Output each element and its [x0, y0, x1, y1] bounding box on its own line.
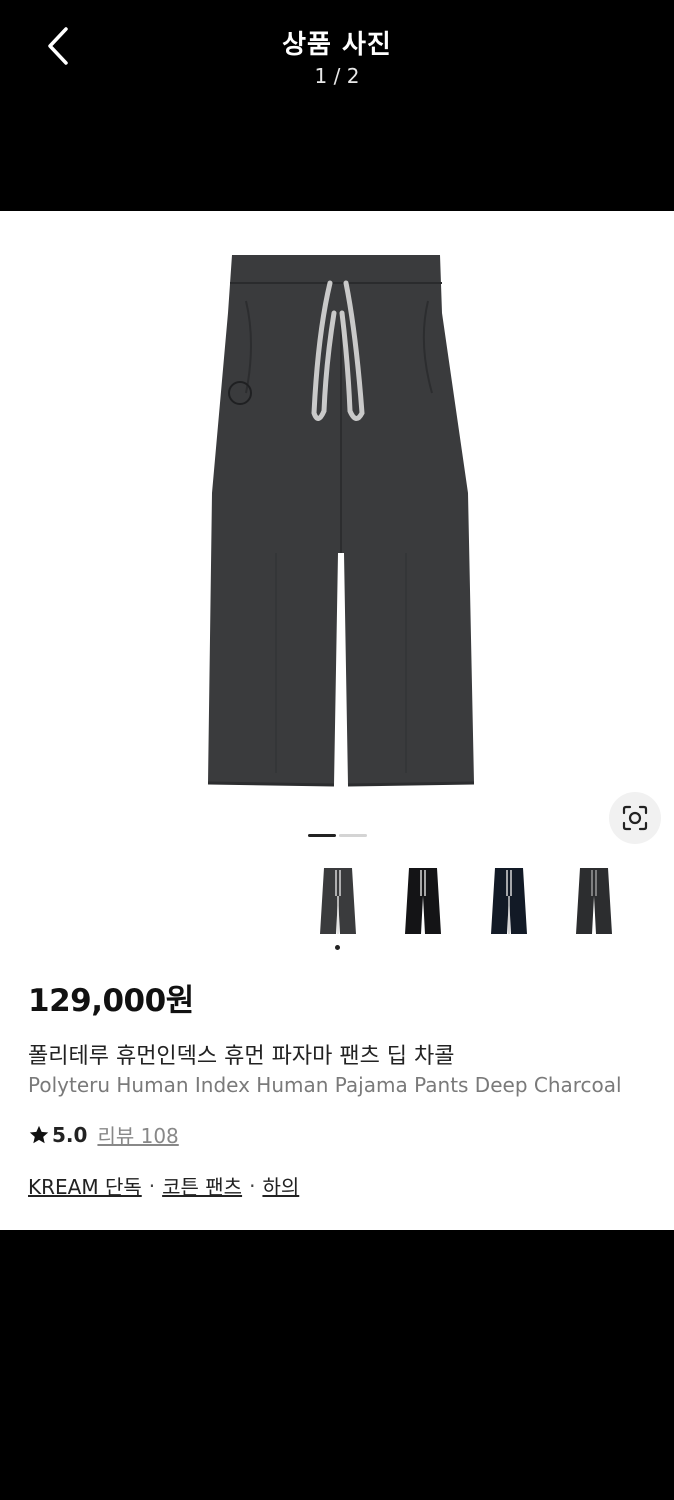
product-image — [207, 255, 475, 787]
thumbnail-pants-navy — [491, 868, 527, 934]
image-counter: 1 / 2 — [314, 64, 360, 88]
star-icon — [29, 1125, 49, 1143]
thumbnail-pants-charcoal — [320, 868, 356, 934]
thumbnail-pants-black — [405, 868, 441, 934]
tag-separator: · — [249, 1173, 256, 1198]
product-price: 129,000원 — [28, 983, 194, 1019]
tag-separator: · — [148, 1173, 156, 1198]
thumbnail-1[interactable] — [306, 861, 370, 941]
product-name-english: Polyteru Human Index Human Pajama Pants … — [28, 1073, 622, 1097]
product-name-korean: 폴리테루 휴먼인덱스 휴먼 파자마 팬츠 딥 차콜 — [28, 1044, 455, 1069]
tag-cotton-pants[interactable]: 코튼 팬츠 — [162, 1171, 242, 1200]
rating-row: 5.0 리뷰 108 — [28, 1120, 179, 1149]
thumbnail-pants-gray — [576, 868, 612, 934]
rating-value: 5.0 — [52, 1122, 88, 1147]
review-count-link[interactable]: 리뷰 108 — [97, 1120, 178, 1149]
tag-kream-exclusive[interactable]: KREAM 단독 — [28, 1171, 142, 1200]
product-image-viewer[interactable] — [0, 211, 674, 844]
selected-thumbnail-dot — [335, 945, 340, 950]
thumbnail-2[interactable] — [391, 861, 455, 941]
category-tags: KREAM 단독 · 코튼 팬츠 · 하의 — [28, 1171, 299, 1200]
product-sheet: 129,000원 폴리테루 휴먼인덱스 휴먼 파자마 팬츠 딥 차콜 Polyt… — [0, 211, 674, 1230]
thumbnail-3[interactable] — [477, 861, 541, 941]
page-indicator-inactive — [339, 834, 367, 837]
tag-bottoms[interactable]: 하의 — [262, 1171, 299, 1200]
thumbnail-4[interactable] — [562, 861, 626, 941]
page-indicator-active — [308, 834, 336, 837]
page-title: 상품 사진 — [282, 30, 392, 60]
image-search-button[interactable] — [609, 792, 661, 844]
top-bar: 상품 사진 1 / 2 — [0, 0, 674, 211]
lens-search-icon — [622, 805, 648, 831]
